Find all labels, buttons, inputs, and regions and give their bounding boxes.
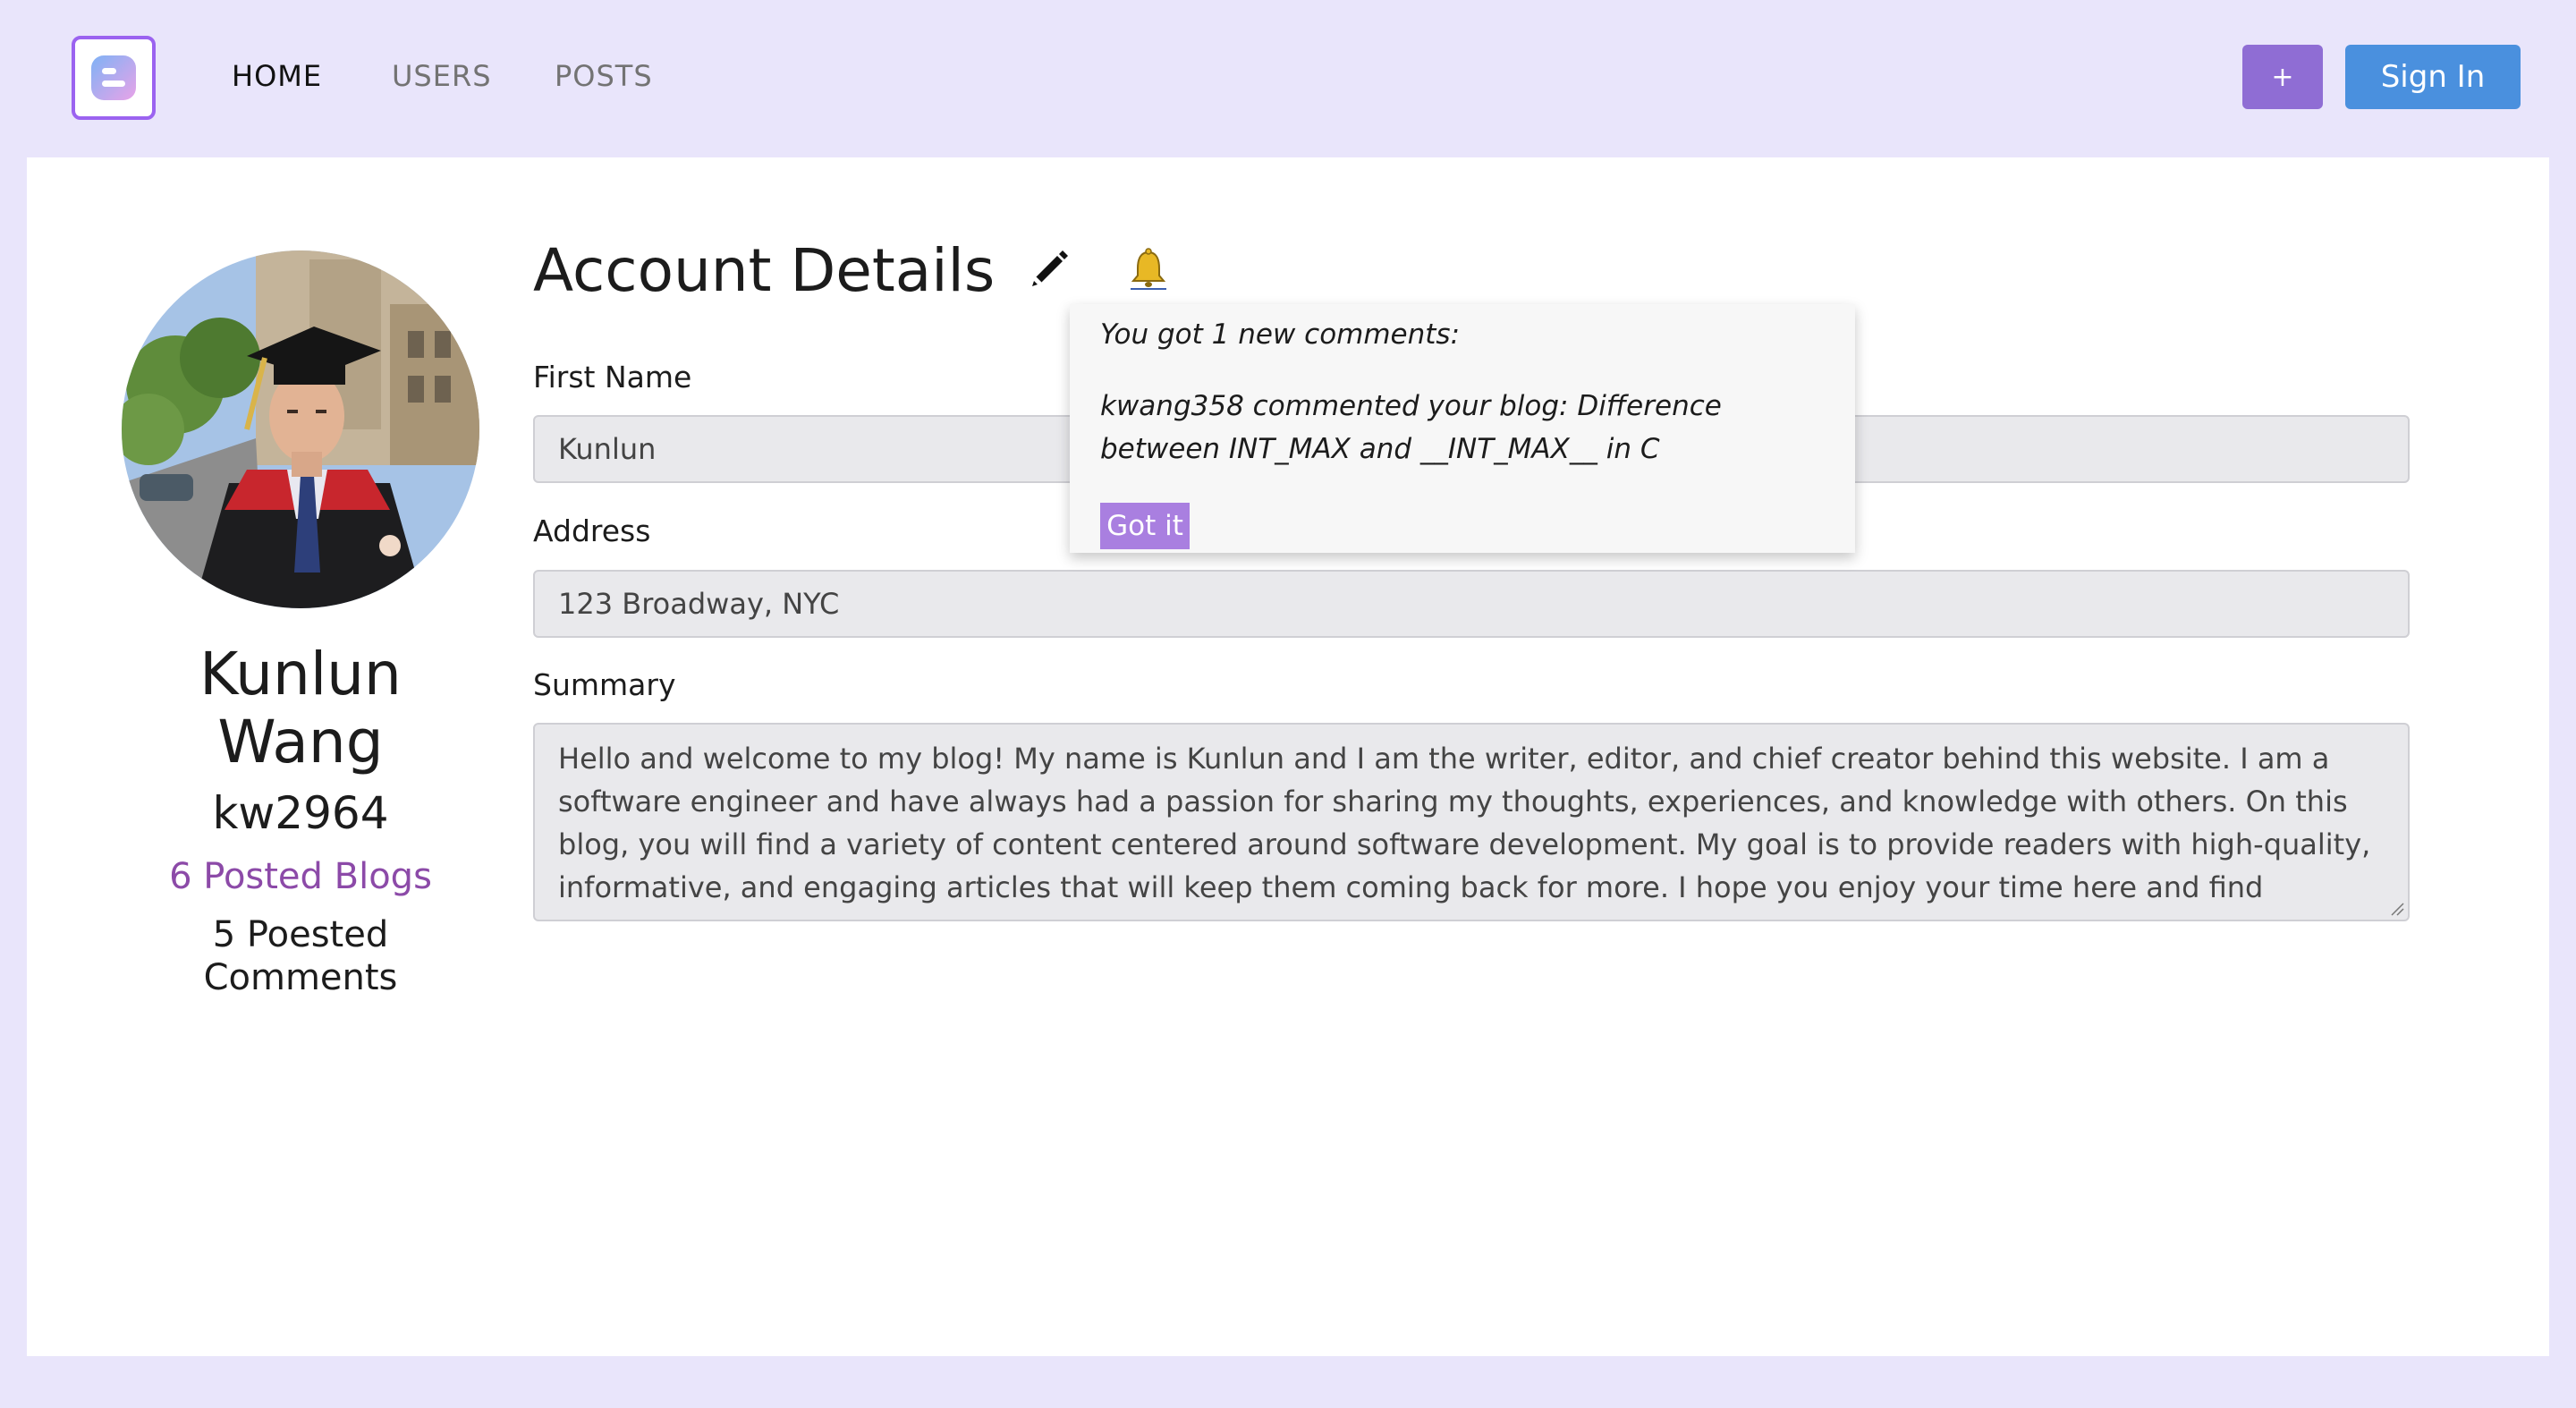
summary-text: Hello and welcome to my blog! My name is… [558, 742, 2371, 904]
address-field[interactable]: 123 Broadway, NYC [533, 570, 2410, 638]
bell-icon[interactable] [1129, 247, 1168, 290]
profile-username: kw2964 [212, 787, 389, 839]
got-it-button[interactable]: Got it [1100, 503, 1190, 549]
profile-first-name: Kunlun [199, 640, 402, 708]
profile-full-name: Kunlun Wang [77, 640, 524, 776]
blogger-logo-icon[interactable] [72, 36, 156, 120]
notification-message: kwang358 commented your blog: Difference… [1100, 390, 1722, 465]
summary-label: Summary [533, 667, 676, 702]
profile-avatar [122, 250, 479, 608]
address-label: Address [533, 513, 651, 548]
notification-popup: You got 1 new comments: kwang358 comment… [1070, 304, 1855, 553]
summary-textarea[interactable]: Hello and welcome to my blog! My name is… [533, 723, 2410, 921]
resize-grip-icon[interactable] [2388, 900, 2404, 916]
posted-comments-count: 5 Poested Comments [203, 914, 398, 998]
sign-in-button[interactable]: Sign In [2345, 45, 2521, 109]
pencil-icon[interactable] [1025, 243, 1072, 290]
add-post-button[interactable]: + [2242, 45, 2323, 109]
nav-link-users[interactable]: USERS [392, 54, 492, 98]
nav-link-home[interactable]: HOME [232, 54, 322, 98]
profile-last-name: Wang [217, 708, 384, 776]
nav-link-posts[interactable]: POSTS [555, 54, 653, 98]
notification-header: You got 1 new comments: [1100, 318, 1461, 351]
account-card: Kunlun Wang kw2964 6 Posted Blogs 5 Poes… [27, 157, 2549, 1356]
first-name-label: First Name [533, 360, 692, 394]
posted-blogs-link[interactable]: 6 Posted Blogs [77, 854, 524, 899]
top-navbar: HOME USERS POSTS + Sign In [0, 0, 2576, 157]
page-title: Account Details [533, 236, 996, 305]
